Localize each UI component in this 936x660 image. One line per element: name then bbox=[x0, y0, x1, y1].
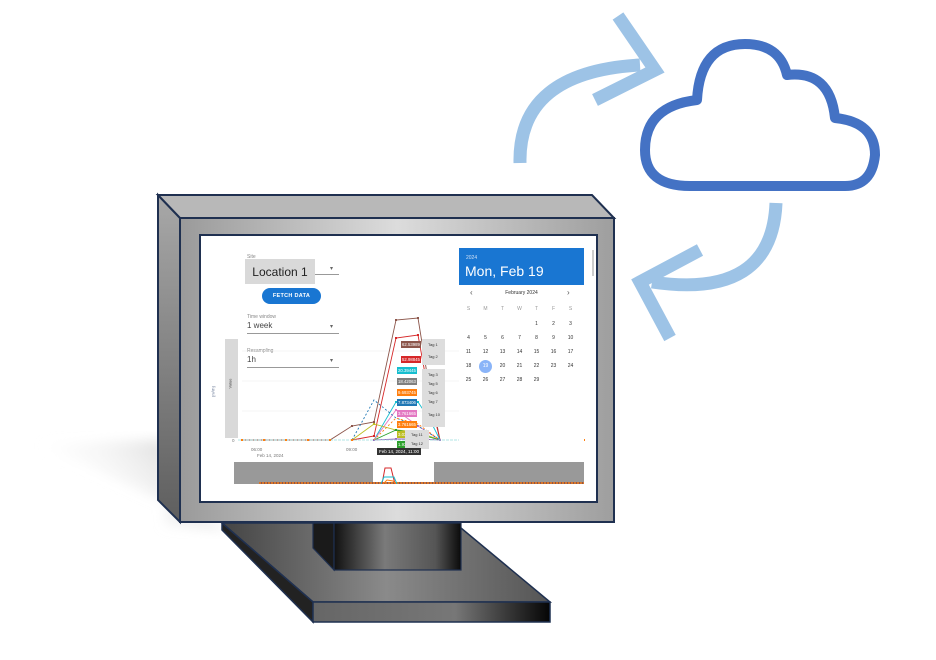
weekday-header: W bbox=[517, 306, 522, 312]
series-point bbox=[417, 401, 419, 403]
y-tick-zero: 0 bbox=[232, 438, 235, 443]
sync-arrow-lower-icon bbox=[631, 202, 783, 342]
dashboard-screen: Site Location 1 ▾ FETCH DATA Time window… bbox=[202, 236, 596, 500]
calendar-day[interactable]: 18 bbox=[460, 360, 477, 372]
value-label: 20.39445 bbox=[397, 367, 417, 374]
calendar-day[interactable]: 10 bbox=[562, 332, 579, 344]
range-navigator-right-mask[interactable] bbox=[434, 462, 584, 484]
baseline-point bbox=[263, 439, 265, 441]
calendar-day[interactable]: 29 bbox=[528, 374, 545, 386]
calendar-day[interactable]: 23 bbox=[545, 360, 562, 372]
calendar-day[interactable]: 1 bbox=[528, 318, 545, 330]
tag-label: Tag 5 bbox=[428, 381, 438, 386]
series-point bbox=[417, 317, 419, 319]
calendar-day[interactable]: 26 bbox=[477, 374, 494, 386]
value-label: 7.873406 bbox=[397, 399, 417, 406]
weekday-header: S bbox=[568, 306, 573, 312]
weekday-header: T bbox=[534, 306, 539, 312]
value-label: 3.761665 bbox=[397, 421, 417, 428]
series-point bbox=[373, 421, 375, 423]
series-point bbox=[351, 425, 353, 427]
series-point bbox=[373, 423, 375, 425]
x-tick-0600: 06:00 bbox=[251, 447, 263, 452]
calendar-day[interactable]: 24 bbox=[562, 360, 579, 372]
baseline-point bbox=[285, 439, 287, 441]
value-label: 62.53989 bbox=[401, 341, 421, 348]
calendar-day[interactable]: 28 bbox=[511, 374, 528, 386]
range-navigator-spike bbox=[380, 467, 398, 484]
value-label: 18.42063 bbox=[397, 378, 417, 385]
date-picker-header: 2024 Mon, Feb 19 bbox=[459, 248, 584, 285]
hover-tooltip: Feb 14, 2024, 11:00 bbox=[377, 448, 421, 455]
date-picker-year[interactable]: 2024 bbox=[466, 255, 477, 261]
date-picker: 2024 Mon, Feb 19 ‹ February 2024 › SMTWT… bbox=[459, 248, 584, 453]
scrollbar[interactable] bbox=[592, 250, 594, 276]
weekday-header: S bbox=[466, 306, 471, 312]
calendar-day[interactable]: 3 bbox=[562, 318, 579, 330]
weekday-header: M bbox=[483, 306, 488, 312]
sync-arrow-upper-icon bbox=[513, 12, 665, 164]
month-label: February 2024 bbox=[505, 290, 538, 296]
calendar-day[interactable]: 13 bbox=[494, 346, 511, 358]
monitor-stand bbox=[219, 521, 553, 624]
calendar-day[interactable]: 22 bbox=[528, 360, 545, 372]
calendar-day[interactable]: 8 bbox=[528, 332, 545, 344]
range-navigator-series bbox=[259, 482, 584, 484]
calendar-day[interactable]: 15 bbox=[528, 346, 545, 358]
tag-label: Tag 2 bbox=[428, 354, 438, 359]
value-label: 3.761665 bbox=[397, 410, 417, 417]
tag-label: Tag 1 bbox=[428, 342, 438, 347]
baseline-point bbox=[307, 439, 309, 441]
cloud-icon bbox=[640, 39, 880, 191]
calendar-day[interactable]: 2 bbox=[545, 318, 562, 330]
calendar-day[interactable]: 17 bbox=[562, 346, 579, 358]
tag-label: Tag 11 bbox=[411, 432, 423, 437]
tag-label: Tag 12 bbox=[411, 441, 424, 446]
series-point bbox=[395, 337, 397, 339]
value-label: 52.98845 bbox=[401, 356, 421, 363]
tag-label: Tag 10 bbox=[428, 412, 441, 417]
tag-label: Tag 3 bbox=[428, 372, 438, 377]
x-date-label: Feb 14, 2024 bbox=[257, 453, 284, 458]
series-point bbox=[417, 334, 419, 336]
calendar-day[interactable]: 25 bbox=[460, 374, 477, 386]
x-tick-0900: 09:00 bbox=[346, 447, 358, 452]
range-navigator-left-mask[interactable] bbox=[234, 462, 373, 484]
tag-label: Tag 7 bbox=[428, 399, 438, 404]
value-label: 9.693745 bbox=[397, 389, 417, 396]
next-month-button[interactable]: › bbox=[567, 288, 570, 297]
baseline-point bbox=[351, 439, 353, 441]
tag-label: Tag 6 bbox=[428, 390, 438, 395]
calendar-day[interactable]: 16 bbox=[545, 346, 562, 358]
calendar-day[interactable]: 11 bbox=[460, 346, 477, 358]
tag-box-1-2: Tag 1 Tag 2 bbox=[422, 339, 445, 365]
calendar-day[interactable]: 14 bbox=[511, 346, 528, 358]
baseline-point bbox=[329, 439, 331, 441]
calendar-day[interactable]: 9 bbox=[545, 332, 562, 344]
weekday-header: T bbox=[500, 306, 505, 312]
calendar-day[interactable]: 7 bbox=[511, 332, 528, 344]
calendar-day[interactable]: 5 bbox=[477, 332, 494, 344]
calendar-day[interactable]: 6 bbox=[494, 332, 511, 344]
calendar-day[interactable]: 4 bbox=[460, 332, 477, 344]
baseline-point bbox=[241, 439, 243, 441]
calendar-day[interactable]: 21 bbox=[511, 360, 528, 372]
tag-box-3-10: Tag 3 Tag 5 Tag 6 Tag 7 Tag 10 bbox=[422, 369, 445, 427]
date-picker-selected-date: Mon, Feb 19 bbox=[465, 263, 544, 279]
calendar-day[interactable]: 27 bbox=[494, 374, 511, 386]
calendar-day[interactable]: 12 bbox=[477, 346, 494, 358]
weekday-header: F bbox=[551, 306, 556, 312]
series-point bbox=[373, 435, 375, 437]
tag-box-11-12: Tag 11 Tag 12 bbox=[405, 430, 429, 449]
calendar-day[interactable]: 19 bbox=[477, 360, 494, 372]
calendar-day[interactable]: 20 bbox=[494, 360, 511, 372]
series-point bbox=[395, 319, 397, 321]
